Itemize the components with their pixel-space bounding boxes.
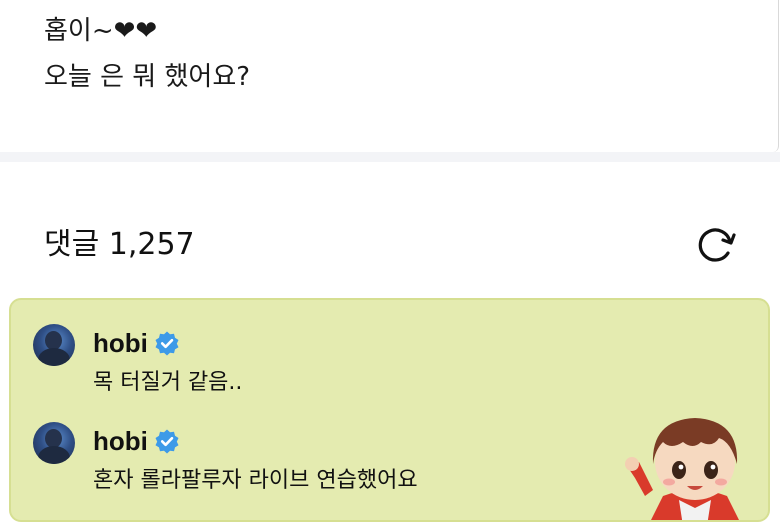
comment-text: 혼자 롤라팔루자 라이브 연습했어요: [93, 468, 418, 493]
comment-username[interactable]: hobi: [93, 426, 148, 457]
avatar[interactable]: [33, 324, 75, 366]
post-text-line-2: 오늘 은 뭐 했어요?: [44, 62, 251, 92]
section-divider: [0, 152, 780, 162]
verified-badge-icon: [155, 331, 179, 356]
avatar[interactable]: [33, 422, 75, 464]
character-sticker-icon: [625, 418, 739, 520]
post-card: 홉이~❤❤ 오늘 은 뭐 했어요?: [0, 0, 779, 152]
comment-username[interactable]: hobi: [93, 328, 148, 359]
refresh-icon[interactable]: [693, 222, 739, 268]
comment-list: hobi 목 터질거 같음.. hobi 혼자 롤라팔루자 라이브 연습했어요: [9, 298, 770, 522]
post-text-line-1: 홉이~❤❤: [44, 16, 158, 46]
comments-count-title: 댓글 1,257: [44, 227, 195, 262]
comment-author-row: hobi: [93, 326, 180, 360]
verified-badge-icon: [155, 429, 179, 454]
comment-text: 목 터질거 같음..: [93, 370, 243, 395]
comment-author-row: hobi: [93, 424, 180, 458]
